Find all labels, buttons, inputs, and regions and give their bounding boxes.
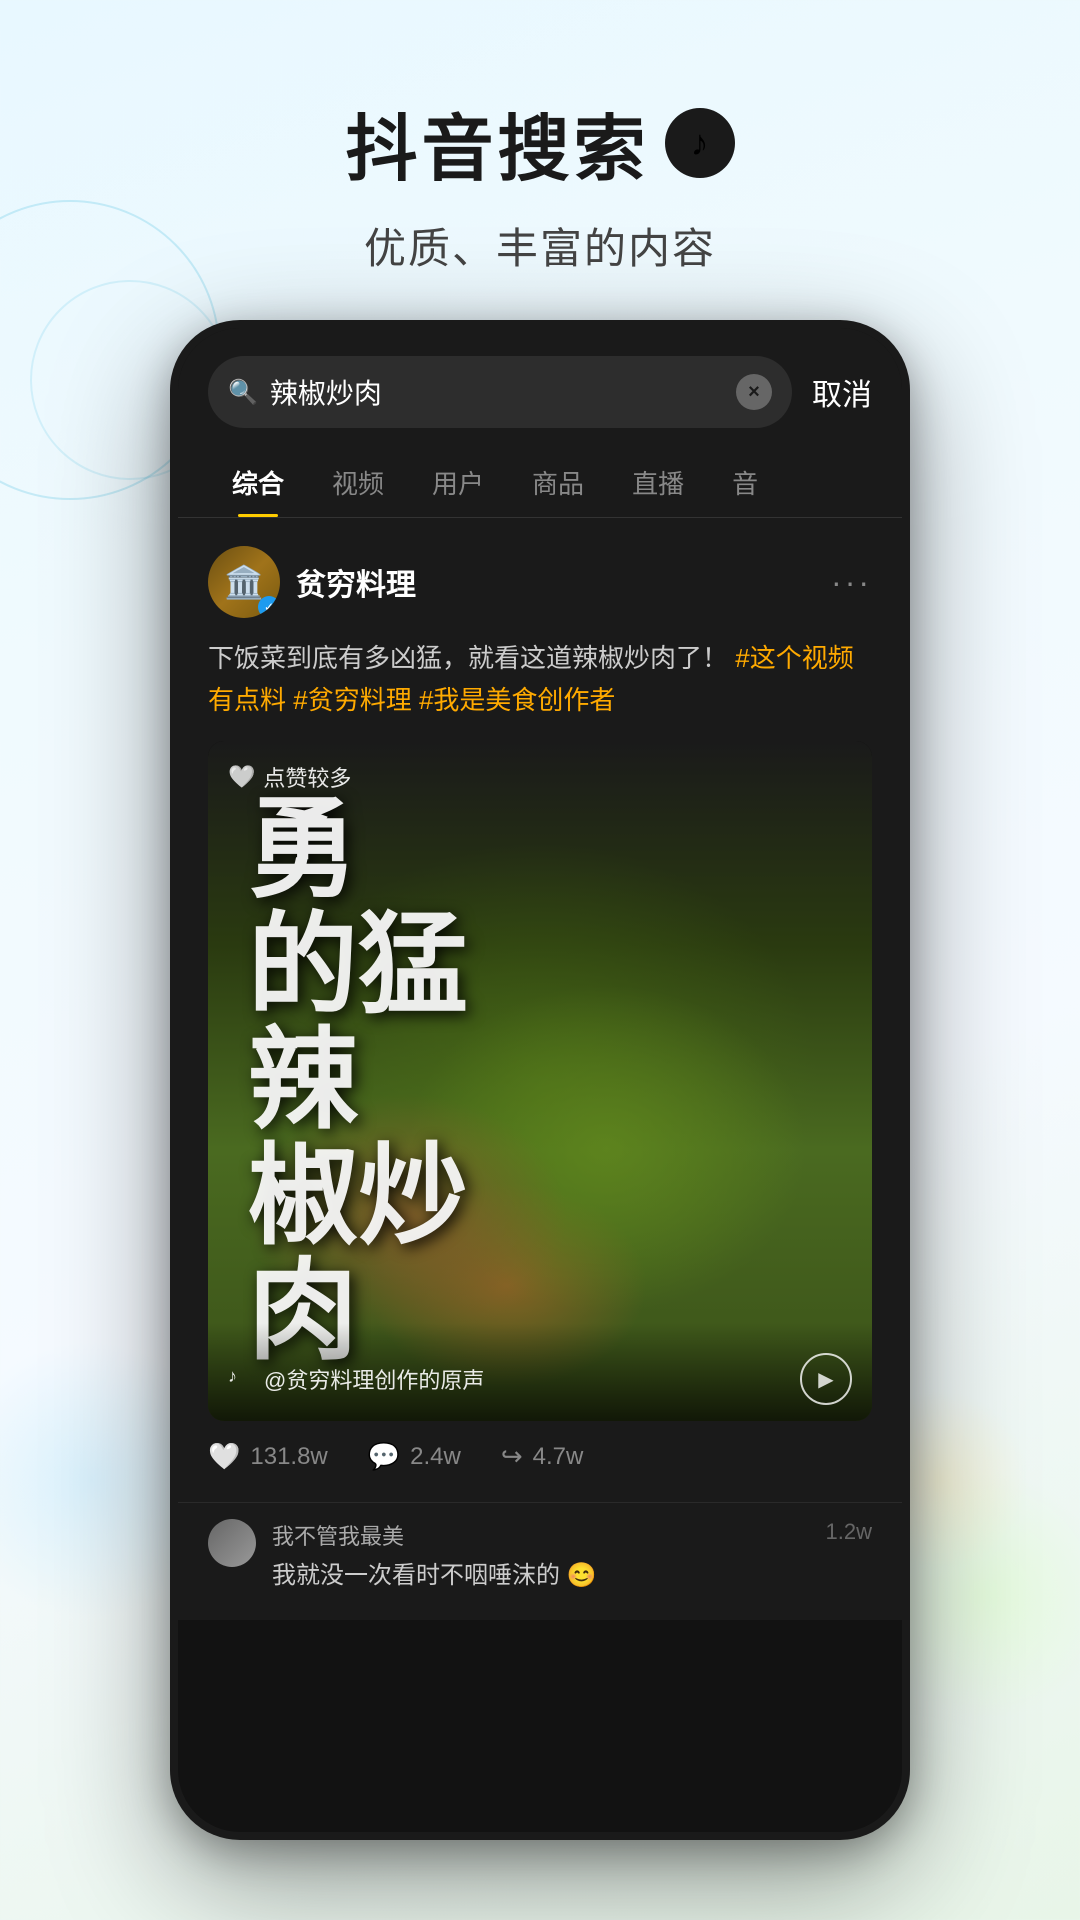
commenter-avatar [208, 1519, 256, 1567]
video-bottom-bar: ♪ @贫穷料理创作的原声 ▶ [208, 1323, 872, 1421]
shares-count: 4.7w [533, 1443, 584, 1471]
tabs-row: 综合 视频 用户 商品 直播 音 [178, 428, 902, 518]
search-input-container[interactable]: 🔍 辣椒炒肉 × [208, 356, 792, 428]
hashtag-2[interactable]: #贫穷料理 [293, 685, 411, 715]
video-title-overlay: 勇的猛辣椒炒肉 [208, 741, 872, 1421]
tiktok-logo-badge: ♪ [665, 108, 735, 178]
video-big-title: 勇的猛辣椒炒肉 [248, 792, 468, 1370]
more-options-button[interactable]: ··· [831, 564, 872, 601]
post-description: 下饭菜到底有多凶猛，就看这道辣椒炒肉了！ #这个视频有点料 #贫穷料理 #我是美… [208, 638, 872, 721]
play-button[interactable]: ▶ [800, 1353, 852, 1405]
tab-comprehensive[interactable]: 综合 [208, 448, 308, 517]
search-query-text: 辣椒炒肉 [270, 372, 724, 412]
phone-mockup: 🔍 辣椒炒肉 × 取消 综合 视频 用户 商品 直播 音 [170, 320, 910, 1840]
phone-screen: 🔍 辣椒炒肉 × 取消 综合 视频 用户 商品 直播 音 [178, 328, 902, 1832]
comment-content: 我不管我最美 1.2w 我就没一次看时不咽唾沫的 😊 [272, 1519, 872, 1590]
video-thumbnail[interactable]: 🤍 点赞较多 勇的猛辣椒炒肉 ♪ @贫穷料理创作的原声 [208, 741, 872, 1421]
hashtag-3[interactable]: #我是美食创作者 [419, 685, 615, 715]
user-info: 🏛️ ✓ 贫穷料理 [208, 546, 416, 618]
likes-count: 131.8w [250, 1443, 327, 1471]
search-clear-button[interactable]: × [736, 374, 772, 410]
share-engage-icon: ↪ [501, 1441, 523, 1472]
comment-like-count: 1.2w [826, 1519, 872, 1551]
tab-video[interactable]: 视频 [308, 448, 408, 517]
engagement-row: 🤍 131.8w 💬 2.4w ↪ 4.7w [208, 1421, 872, 1482]
user-row: 🏛️ ✓ 贫穷料理 ··· [208, 546, 872, 618]
comment-row: 我不管我最美 1.2w 我就没一次看时不咽唾沫的 😊 [208, 1519, 872, 1590]
likes-count-item[interactable]: 🤍 131.8w [208, 1441, 328, 1472]
app-subtitle: 优质、丰富的内容 [0, 215, 1080, 276]
comments-count-item[interactable]: 💬 2.4w [368, 1441, 461, 1472]
tab-user[interactable]: 用户 [408, 448, 508, 517]
phone-frame: 🔍 辣椒炒肉 × 取消 综合 视频 用户 商品 直播 音 [170, 320, 910, 1840]
app-title: 抖音搜索 [345, 90, 649, 195]
search-icon: 🔍 [228, 378, 258, 407]
comment-preview-section: 我不管我最美 1.2w 我就没一次看时不咽唾沫的 😊 [178, 1502, 902, 1620]
post-text: 下饭菜到底有多凶猛，就看这道辣椒炒肉了！ [208, 643, 728, 673]
tiktok-music-icon: ♪ [691, 122, 709, 164]
comment-engage-icon: 💬 [368, 1441, 400, 1472]
search-area: 🔍 辣椒炒肉 × 取消 [178, 328, 902, 428]
tab-audio[interactable]: 音 [708, 448, 782, 517]
heart-engage-icon: 🤍 [208, 1441, 240, 1472]
header-section: 抖音搜索 ♪ 优质、丰富的内容 [0, 0, 1080, 316]
comment-text: 我就没一次看时不咽唾沫的 😊 [272, 1555, 872, 1590]
verified-badge: ✓ [258, 596, 280, 618]
tab-live[interactable]: 直播 [608, 448, 708, 517]
avatar: 🏛️ ✓ [208, 546, 280, 618]
search-bar-row: 🔍 辣椒炒肉 × 取消 [208, 356, 872, 428]
app-title-row: 抖音搜索 ♪ [0, 90, 1080, 195]
username-label[interactable]: 贫穷料理 [296, 560, 416, 604]
audio-info: ♪ @贫穷料理创作的原声 [228, 1363, 484, 1395]
comments-count: 2.4w [410, 1443, 461, 1471]
search-cancel-button[interactable]: 取消 [812, 370, 872, 414]
audio-label: @贫穷料理创作的原声 [264, 1363, 484, 1395]
commenter-name: 我不管我最美 [272, 1519, 404, 1551]
shares-count-item[interactable]: ↪ 4.7w [501, 1441, 584, 1472]
result-card: 🏛️ ✓ 贫穷料理 ··· 下饭菜到底有多凶猛，就看这道辣椒炒肉了！ #这个视频… [178, 518, 902, 1502]
comment-username-row: 我不管我最美 1.2w [272, 1519, 872, 1551]
tiktok-small-icon: ♪ [228, 1366, 254, 1392]
tab-product[interactable]: 商品 [508, 448, 608, 517]
